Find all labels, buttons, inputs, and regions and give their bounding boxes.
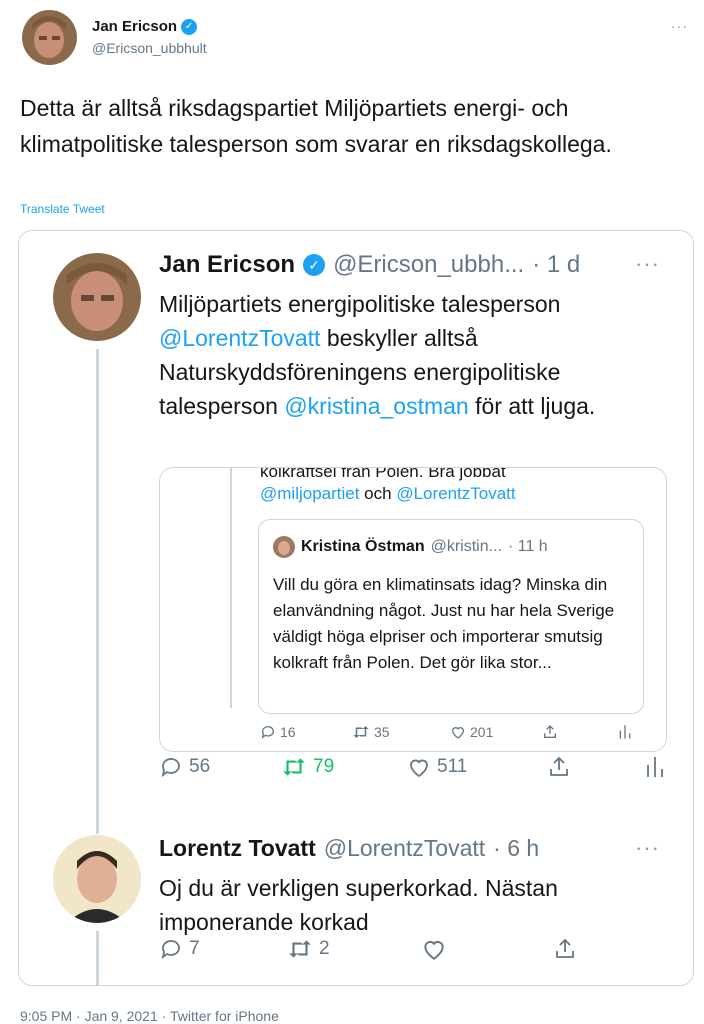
inner-handle: @kristin... <box>430 538 502 555</box>
heart-icon <box>424 941 444 960</box>
reply-author-handle: @LorentzTovatt <box>323 835 486 861</box>
inner-avatar <box>273 536 295 558</box>
reply-header: Lorentz Tovatt @LorentzTovatt · 6 h <box>159 835 539 862</box>
nested-mentions: @miljopartiet och @LorentzTovatt <box>260 484 516 503</box>
analytics-icon <box>645 755 665 779</box>
nested-retweet: 35 <box>352 724 390 740</box>
embedded-image[interactable]: Jan Ericson ✓ @Ericson_ubbh... · 1 d ···… <box>18 230 694 986</box>
analytics-icon <box>618 724 632 740</box>
quoted-author-name: Jan Ericson <box>159 251 296 278</box>
inner-quoted-tweet: Kristina Östman @kristin... · 11 h Vill … <box>258 519 644 714</box>
mention-link: @LorentzTovatt <box>159 325 321 351</box>
nested-cut-text: kolkraftsel från Polen. Bra jobbat <box>260 467 506 481</box>
share-icon <box>553 937 577 961</box>
inner-time: · 11 h <box>507 538 548 555</box>
retweet-icon <box>283 758 305 776</box>
verified-icon: ✓ <box>181 18 198 35</box>
quoted-text: Miljöpartiets energipolitiske talesperso… <box>159 291 596 419</box>
nested-like: 201 <box>450 724 493 740</box>
reply-text: Oj du är verkligen superkorkad. Nästan i… <box>159 875 558 935</box>
nested-quote: kolkraftsel från Polen. Bra jobbat @milj… <box>159 467 667 752</box>
more-options-icon[interactable]: ··· <box>671 18 688 34</box>
reply-icon <box>161 940 180 960</box>
nested-reply: 16 <box>260 724 296 740</box>
author-avatar[interactable] <box>22 10 77 65</box>
quoted-author-handle: @Ericson_ubbh... <box>333 251 525 278</box>
like-button <box>421 936 447 962</box>
reply-button: 56 <box>159 755 210 779</box>
reply-icon <box>161 758 180 778</box>
like-button: 511 <box>407 755 467 779</box>
tweet-timestamp[interactable]: 9:05 PM · Jan 9, 2021 · Twitter for iPho… <box>20 1008 279 1024</box>
reply-time: · 6 h <box>493 835 540 861</box>
inner-text: Vill du göra en klimatinsats idag? Minsk… <box>273 575 615 672</box>
quoted-time: · 1 d <box>532 251 581 278</box>
tweet: Jan Ericson ✓ @Ericson_ubbhult ··· Detta… <box>0 0 704 1024</box>
author-name-row[interactable]: Jan Ericson ✓ <box>92 18 198 35</box>
reply-button: 7 <box>159 937 200 961</box>
retweet-icon <box>353 726 369 738</box>
author-name[interactable]: Jan Ericson <box>92 18 177 35</box>
quoted-author-avatar <box>53 253 141 341</box>
retweet-button: 2 <box>287 938 330 960</box>
share-icon <box>547 755 571 779</box>
inner-header: Kristina Östman @kristin... · 11 h <box>273 536 548 558</box>
heart-icon <box>451 727 465 739</box>
author-handle[interactable]: @Ericson_ubbhult <box>92 40 207 56</box>
translate-tweet-link[interactable]: Translate Tweet <box>20 202 105 216</box>
inner-name: Kristina Östman <box>301 538 425 555</box>
retweet-icon <box>289 940 311 958</box>
tweet-text: Detta är alltså riksdagspartiet Miljöpar… <box>20 95 612 157</box>
thread-line <box>96 349 99 834</box>
share-icon <box>542 724 558 740</box>
reply-author-avatar <box>53 835 141 923</box>
reply-more-icon: ··· <box>635 835 660 860</box>
thread-line <box>96 931 99 985</box>
thread-line <box>230 468 232 708</box>
quoted-header: Jan Ericson ✓ @Ericson_ubbh... · 1 d <box>159 251 580 279</box>
mention-link: @kristina_ostman <box>284 393 469 419</box>
verified-icon: ✓ <box>303 254 326 276</box>
reply-author-name: Lorentz Tovatt <box>159 835 316 861</box>
retweet-button: 79 <box>281 756 334 778</box>
quoted-more-icon: ··· <box>635 251 660 276</box>
heart-icon <box>410 759 428 778</box>
reply-icon <box>261 726 274 739</box>
